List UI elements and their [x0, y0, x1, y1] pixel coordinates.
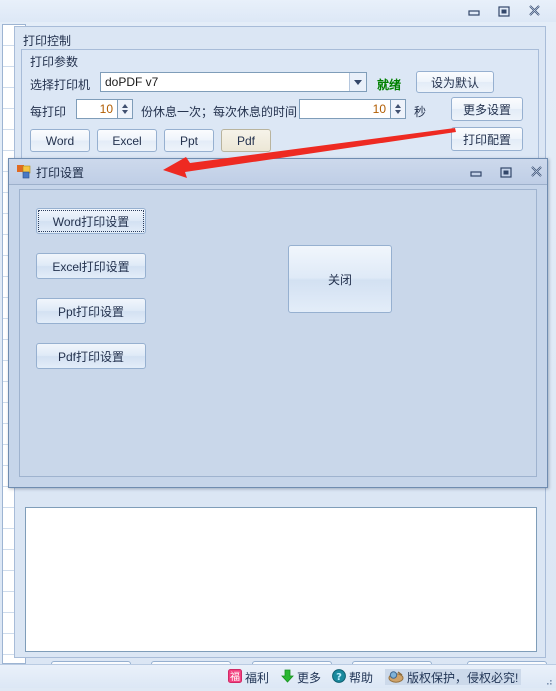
ppt-print-settings-button[interactable]: Ppt打印设置: [36, 298, 146, 324]
statusbar-label: 帮助: [349, 670, 374, 685]
printer-status-text: 就绪: [377, 78, 402, 92]
resize-grip-icon[interactable]: [543, 677, 553, 687]
minimize-icon[interactable]: [464, 164, 488, 180]
rest-seconds-stepper[interactable]: [391, 99, 406, 119]
print-log-textarea[interactable]: [25, 507, 537, 652]
dialog-close-button[interactable]: 关闭: [288, 245, 392, 313]
download-arrow-icon: [281, 669, 294, 686]
statusbar-label: 版权保护，侵权必究!: [407, 670, 519, 685]
statusbar: 福 福利 更多 ? 帮助 版权保护，侵权必究!: [0, 664, 556, 688]
copyright-shield-icon: [388, 669, 404, 686]
ppt-button[interactable]: Ppt: [164, 129, 214, 152]
main-titlebar: [0, 0, 556, 22]
seconds-unit-label: 秒: [414, 105, 427, 119]
print-settings-dialog: 打印设置 Word打印设置 Excel打印设置 Ppt打印设置 Pdf打印设置 …: [8, 158, 548, 488]
word-button[interactable]: Word: [30, 129, 90, 152]
statusbar-item-welfare[interactable]: 福 福利: [228, 668, 270, 686]
excel-button[interactable]: Excel: [97, 129, 157, 152]
dialog-title: 打印设置: [36, 166, 85, 180]
statusbar-item-copyright[interactable]: 版权保护，侵权必究!: [385, 669, 522, 686]
excel-print-settings-button[interactable]: Excel打印设置: [36, 253, 146, 279]
print-params-title: 打印参数: [30, 55, 79, 69]
close-icon[interactable]: [522, 3, 546, 19]
fu-gift-icon: 福: [228, 668, 242, 686]
question-help-icon: ?: [332, 668, 346, 686]
dialog-titlebar[interactable]: 打印设置: [9, 159, 547, 185]
rest-interval-label: 份休息一次；每次休息的时间: [141, 105, 298, 119]
maximize-icon[interactable]: [494, 164, 518, 180]
print-control-title: 打印控制: [23, 34, 72, 48]
copies-stepper[interactable]: [118, 99, 133, 119]
printer-select-label: 选择打印机: [30, 78, 91, 92]
pdf-button[interactable]: Pdf: [221, 129, 271, 152]
statusbar-item-help[interactable]: ? 帮助: [332, 668, 374, 686]
minimize-icon[interactable]: [462, 3, 486, 19]
statusbar-label: 更多: [297, 670, 322, 685]
every-print-label: 每打印: [30, 105, 67, 119]
word-print-settings-button[interactable]: Word打印设置: [36, 208, 146, 234]
close-icon[interactable]: [524, 164, 548, 180]
maximize-icon[interactable]: [492, 3, 516, 19]
print-params-group: 打印参数 选择打印机 doPDF v7 就绪 设为默认 每打印 10 份休息一次…: [21, 49, 539, 171]
form-icon: [17, 165, 31, 179]
chevron-down-icon[interactable]: [349, 73, 366, 91]
statusbar-label: 福利: [245, 670, 270, 685]
more-settings-button[interactable]: 更多设置: [451, 97, 523, 121]
print-config-button[interactable]: 打印配置: [451, 127, 523, 151]
set-default-button[interactable]: 设为默认: [416, 71, 494, 93]
statusbar-item-more[interactable]: 更多: [281, 669, 321, 685]
rest-seconds-input[interactable]: 10: [299, 99, 391, 119]
svg-text:福: 福: [230, 670, 240, 683]
dialog-body: Word打印设置 Excel打印设置 Ppt打印设置 Pdf打印设置 关闭: [19, 189, 537, 477]
pdf-print-settings-button[interactable]: Pdf打印设置: [36, 343, 146, 369]
printer-select-combobox[interactable]: doPDF v7: [100, 72, 367, 92]
svg-text:?: ?: [336, 672, 342, 683]
copies-input[interactable]: 10: [76, 99, 118, 119]
